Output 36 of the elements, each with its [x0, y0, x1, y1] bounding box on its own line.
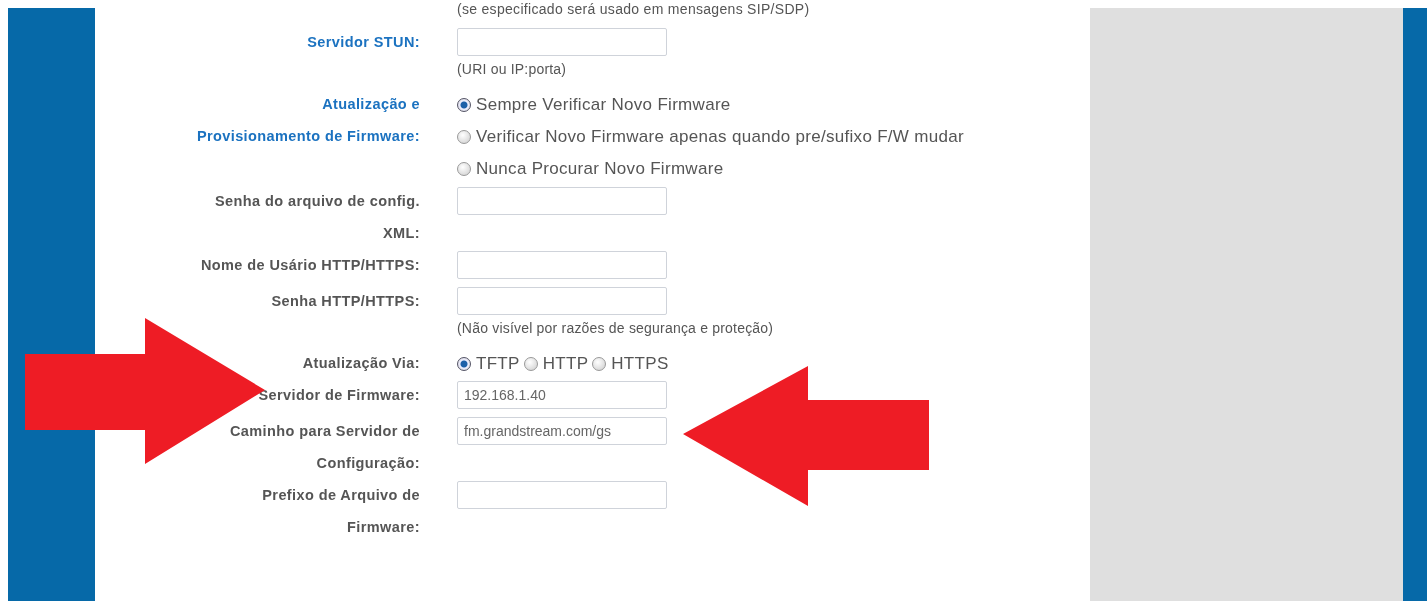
radio-option[interactable]: HTTP	[523, 354, 589, 374]
field-label: Servidor de Firmware:	[257, 386, 420, 405]
field-label: Prefixo de Arquivo de	[261, 486, 420, 505]
field-label: Senha HTTP/HTTPS:	[270, 292, 420, 311]
arrow-icon	[683, 366, 929, 506]
radio-option[interactable]: Nunca Procurar Novo Firmware	[457, 159, 1090, 179]
radio-option[interactable]: Sempre Verificar Novo Firmware	[457, 95, 1090, 115]
field-label: Nome de Usário HTTP/HTTPS:	[199, 256, 420, 275]
input-field[interactable]: fm.grandstream.com/gs	[457, 417, 667, 445]
input-field[interactable]	[457, 287, 667, 315]
radio-icon[interactable]	[592, 357, 607, 371]
input-field[interactable]	[457, 28, 667, 56]
field-label: Servidor STUN:	[306, 33, 420, 52]
field-label: XML:	[381, 224, 420, 243]
radio-option[interactable]: TFTP	[457, 354, 520, 374]
radio-option[interactable]: Verificar Novo Firmware apenas quando pre/sufixo F/W mudar	[457, 127, 1090, 147]
field-label: Atualização Via:	[301, 354, 420, 373]
field-label: Caminho para Servidor de	[228, 422, 420, 441]
hint-text: (URI ou IP:porta)	[457, 62, 568, 76]
field-label: Senha do arquivo de config.	[214, 192, 420, 211]
input-field[interactable]	[457, 187, 667, 215]
field-label: Provisionamento de Firmware:	[195, 127, 420, 146]
radio-icon[interactable]	[457, 130, 471, 144]
input-field[interactable]	[457, 481, 667, 509]
radio-icon[interactable]	[457, 162, 471, 176]
hint-text: (Não visível por razões de segurança e proteção)	[457, 321, 775, 335]
radio-icon[interactable]	[523, 357, 538, 371]
field-label: Configuração:	[315, 454, 420, 473]
radio-icon[interactable]	[457, 357, 471, 371]
field-label: Firmware:	[346, 518, 420, 537]
hint-text: (se especificado será usado em mensagens SIP/SDP)	[457, 2, 811, 16]
input-field[interactable]	[457, 251, 667, 279]
input-field[interactable]: 192.168.1.40	[457, 381, 667, 409]
radio-option[interactable]: HTTPS	[592, 354, 669, 374]
radio-icon[interactable]	[457, 98, 471, 112]
field-label: Atualização e	[321, 95, 420, 114]
